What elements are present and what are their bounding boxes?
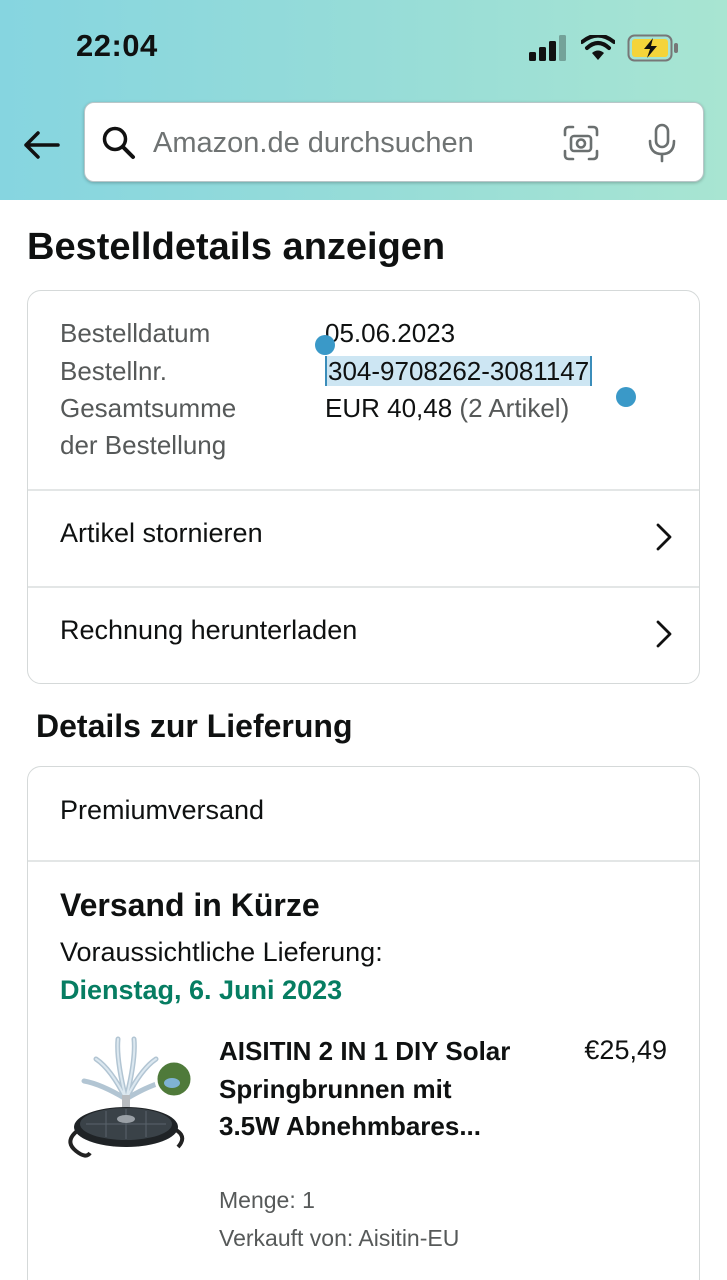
selection-start-handle[interactable]: [315, 335, 335, 355]
arrow-left-icon: [24, 131, 60, 159]
order-total-value: EUR 40,48 (2 Artikel): [325, 390, 569, 427]
page-title: Bestelldetails anzeigen: [27, 226, 446, 268]
selection-end-handle[interactable]: [616, 387, 636, 407]
expected-delivery-date: Dienstag, 6. Juni 2023: [60, 975, 343, 1005]
divider: [28, 860, 699, 862]
order-summary-card: Bestelldatum 05.06.2023 Bestellnr. 304-9…: [27, 290, 700, 684]
search-bar[interactable]: [84, 102, 704, 182]
order-number-selection[interactable]: 304-9708262-3081147: [325, 356, 593, 386]
order-number-label: Bestellnr.: [60, 356, 167, 386]
product-price: €25,49: [584, 1035, 667, 1065]
shipping-status-heading: Versand in Kürze: [60, 887, 320, 923]
delivery-section-title: Details zur Lieferung: [36, 708, 353, 744]
order-number-value[interactable]: 304-9708262-3081147: [325, 353, 593, 390]
delivery-card: Premiumversand Versand in Kürze Voraussi…: [27, 766, 700, 1280]
expected-delivery-label: Voraussichtliche Lieferung:: [60, 937, 383, 967]
order-total-amount: EUR 40,48: [325, 393, 453, 423]
product-image[interactable]: [56, 1029, 196, 1169]
product-seller: Verkauft von: Aisitin-EU: [219, 1225, 460, 1251]
cancel-items-row[interactable]: Artikel stornieren: [28, 490, 699, 586]
download-invoice-label: Rechnung herunterladen: [60, 615, 358, 645]
header: 22:04: [0, 0, 727, 200]
microphone-icon[interactable]: [647, 123, 677, 163]
status-icons: [529, 34, 679, 62]
chevron-right-icon: [656, 523, 672, 551]
status-time: 22:04: [76, 28, 158, 63]
order-total-item-count: (2 Artikel): [459, 393, 570, 423]
cellular-signal-icon: [529, 35, 566, 61]
download-invoice-row[interactable]: Rechnung herunterladen: [28, 587, 699, 683]
chevron-right-icon: [656, 620, 672, 648]
search-icon: [102, 126, 135, 159]
search-input[interactable]: [153, 121, 543, 165]
order-date-value: 05.06.2023: [325, 318, 456, 348]
wifi-icon: [581, 35, 615, 60]
cancel-items-label: Artikel stornieren: [60, 518, 263, 548]
product-title-link[interactable]: AISITIN 2 IN 1 DIY Solar Springbrunnen m…: [219, 1033, 519, 1146]
order-total-label-line2: der Bestellung: [60, 430, 227, 460]
back-button[interactable]: [18, 122, 64, 168]
order-date-label: Bestelldatum: [60, 318, 211, 348]
camera-scan-icon[interactable]: [563, 125, 599, 161]
shipping-method: Premiumversand: [60, 795, 265, 825]
order-total-label-line1: Gesamtsumme: [60, 393, 237, 423]
battery-charging-icon: [627, 34, 678, 62]
product-quantity: Menge: 1: [219, 1187, 315, 1213]
